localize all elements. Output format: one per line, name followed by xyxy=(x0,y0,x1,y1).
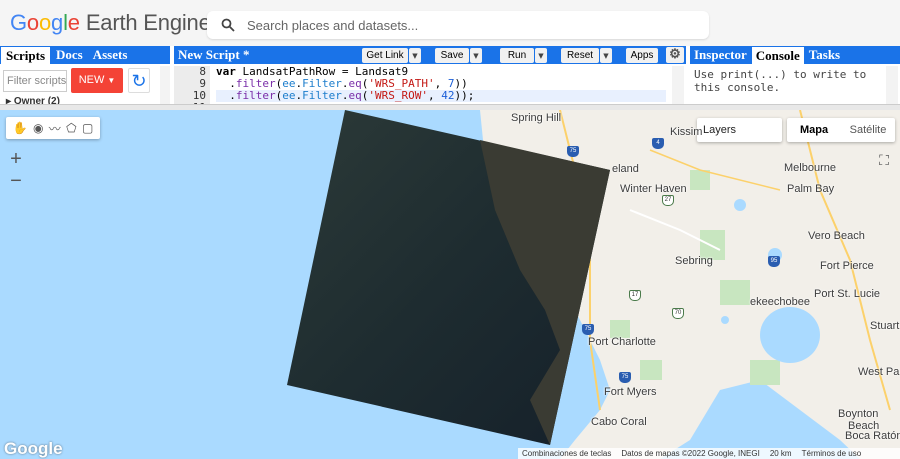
place-label: Vero Beach xyxy=(808,230,865,242)
logo-suffix: Earth Engine xyxy=(85,10,211,35)
place-label: ekeechobee xyxy=(750,296,810,308)
tab-tasks[interactable]: Tasks xyxy=(805,46,844,64)
google-logo: Google xyxy=(4,439,63,458)
new-label: NEW xyxy=(78,74,105,86)
place-label: Kissim xyxy=(670,126,703,138)
code-editor-panel: New Script * Get Link ▼ Save ▼ Run ▼ Res… xyxy=(174,46,686,108)
place-label: Melbourne xyxy=(784,162,836,174)
code-area[interactable]: 8 9 10 11 var LandsatPathRow = Landsat9 … xyxy=(174,66,686,108)
map-data-attribution: Datos de mapas ©2022 Google, INEGI xyxy=(621,449,760,458)
terms-link[interactable]: Términos de uso xyxy=(802,448,862,459)
script-title: New Script * xyxy=(178,47,250,62)
place-label: Fort Myers xyxy=(604,386,657,398)
gear-icon[interactable]: ⚙ xyxy=(666,47,684,63)
refresh-icon[interactable]: ↻ xyxy=(128,68,150,93)
place-label: Cabo Coral xyxy=(591,416,647,428)
get-link-button[interactable]: Get Link xyxy=(362,47,408,63)
hand-icon[interactable]: ✋ xyxy=(13,121,28,135)
search-icon xyxy=(221,18,235,32)
place-label: Spring Hill xyxy=(511,112,562,124)
zoom-in-button[interactable]: + xyxy=(6,148,26,170)
console-panel: Inspector Console Tasks Use print(...) t… xyxy=(690,46,900,108)
zoom-controls: + − xyxy=(6,148,26,192)
earth-engine-logo[interactable]: Google Earth Engine xyxy=(10,10,211,36)
search-input[interactable]: Search places and datasets... xyxy=(207,11,709,39)
map-footer: Combinaciones de teclas Datos de mapas ©… xyxy=(518,448,900,459)
zoom-out-button[interactable]: − xyxy=(6,170,26,192)
editor-scrollbar[interactable] xyxy=(672,66,684,108)
tab-scripts[interactable]: Scripts xyxy=(0,46,51,64)
filter-scripts-input[interactable]: Filter scripts xyxy=(3,70,67,92)
place-label: Boynton xyxy=(838,408,879,420)
fullscreen-icon[interactable]: ⛶ xyxy=(874,150,894,170)
interstate-shield: 75 xyxy=(582,324,594,335)
map-type-satellite[interactable]: Satélite xyxy=(841,118,895,142)
place-label: Sebring xyxy=(675,255,713,267)
console-output: Use print(...) to write to this console. xyxy=(694,68,867,94)
highway-shield: 27 xyxy=(662,195,674,206)
scripts-scrollbar[interactable] xyxy=(160,66,170,108)
place-label: Port Charlotte xyxy=(588,336,656,348)
apps-button[interactable]: Apps xyxy=(626,47,658,63)
line-gutter: 8 9 10 11 xyxy=(174,66,210,108)
get-link-dropdown-icon[interactable]: ▼ xyxy=(409,47,421,63)
interstate-shield: 95 xyxy=(768,256,780,267)
save-dropdown-icon[interactable]: ▼ xyxy=(470,47,482,63)
place-label: Boca Ratón xyxy=(845,430,900,442)
scripts-panel: Scripts Docs Assets Filter scripts NEW ▼ … xyxy=(0,46,170,108)
code-line: .filter(ee.Filter.eq('WRS_ROW', 42)); xyxy=(216,90,666,102)
map-type-toggle: Mapa Satélite xyxy=(787,118,895,142)
line-icon[interactable]: 〰 xyxy=(49,120,61,137)
place-label: West Pa xyxy=(858,366,900,378)
top-bar: Google Earth Engine Search places and dat… xyxy=(0,0,900,46)
scale-bar: 20 km xyxy=(769,449,792,458)
map-type-map[interactable]: Mapa xyxy=(787,118,841,142)
drawing-tools: ✋ ◉ 〰 ⬠ ▢ xyxy=(6,117,100,139)
reset-dropdown-icon[interactable]: ▼ xyxy=(600,47,612,63)
new-button[interactable]: NEW ▼ xyxy=(71,68,123,93)
code-lines: var LandsatPathRow = Landsat9 .filter(ee… xyxy=(216,66,666,108)
keyboard-shortcuts-link[interactable]: Combinaciones de teclas xyxy=(522,448,611,459)
console-scrollbar[interactable] xyxy=(886,66,898,108)
landsat-image-overlay xyxy=(287,110,610,445)
marker-icon[interactable]: ◉ xyxy=(33,121,43,135)
run-dropdown-icon[interactable]: ▼ xyxy=(535,47,547,63)
caret-down-icon: ▼ xyxy=(107,76,116,85)
reset-button[interactable]: Reset xyxy=(561,47,599,63)
search-placeholder: Search places and datasets... xyxy=(247,18,419,33)
tab-assets[interactable]: Assets xyxy=(88,46,133,64)
place-label: Port St. Lucie xyxy=(814,288,881,300)
interstate-shield: 75 xyxy=(567,146,579,157)
tab-inspector[interactable]: Inspector xyxy=(690,46,751,64)
save-button[interactable]: Save xyxy=(435,47,469,63)
layers-button[interactable]: Layers xyxy=(697,118,782,142)
place-label: Stuart xyxy=(870,320,900,332)
place-label: eland xyxy=(612,163,639,175)
place-label: Fort Pierce xyxy=(820,260,874,272)
highway-shield: 17 xyxy=(629,290,641,301)
rectangle-icon[interactable]: ▢ xyxy=(82,121,93,135)
tab-console[interactable]: Console xyxy=(750,46,805,64)
place-label: Palm Bay xyxy=(787,183,835,195)
highway-shield: 70 xyxy=(672,308,684,319)
polygon-icon[interactable]: ⬠ xyxy=(66,121,76,135)
interstate-shield: 4 xyxy=(652,138,664,149)
interstate-shield: 75 xyxy=(619,372,631,383)
tab-docs[interactable]: Docs xyxy=(51,46,88,64)
place-label: Winter Haven xyxy=(620,183,687,195)
map-canvas[interactable]: ✋ ◉ 〰 ⬠ ▢ + − Layers Mapa Satélite ⛶ Spr… xyxy=(0,110,900,459)
run-button[interactable]: Run xyxy=(500,47,534,63)
